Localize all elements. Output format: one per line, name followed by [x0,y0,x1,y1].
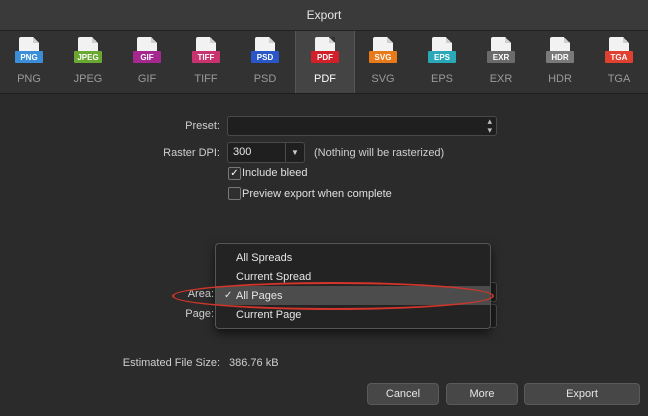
preset-select[interactable]: ▴ ▾ [227,116,497,136]
format-tab-label: GIF [137,73,157,85]
more-button[interactable]: More [446,383,518,405]
window-title: Export [306,8,342,22]
preset-label: Preset: [185,120,220,132]
format-tab-2[interactable]: GIF GIF [118,31,176,93]
format-tab-label: PDF [314,73,336,85]
annotation-circle [172,282,494,310]
format-badge: EPS [428,51,456,63]
format-tab-label: JPEG [73,73,103,85]
format-tab-3[interactable]: TIFF TIFF [177,31,235,93]
page-label: Page: [185,308,214,320]
include-bleed-label: Include bleed [242,167,308,179]
format-tab-9[interactable]: HDR HDR [531,31,589,93]
preview-export-label: Preview export when complete [242,188,392,200]
estimated-size-label: Estimated File Size: [122,357,220,369]
format-tab-4[interactable]: PSD PSD [236,31,294,93]
format-badge: JPEG [74,51,102,63]
preview-export-checkbox[interactable] [228,187,241,200]
include-bleed-checkbox[interactable]: ✓ [228,167,241,180]
format-tab-label: SVG [371,73,395,85]
chevron-down-icon[interactable]: ▼ [285,143,304,162]
menu-item-all-spreads[interactable]: All Spreads [216,248,490,267]
format-tab-10[interactable]: TGA TGA [590,31,648,93]
format-tab-label: PNG [17,73,41,85]
format-badge: GIF [133,51,161,63]
export-button[interactable]: Export [524,383,640,405]
checkmark-icon: ✓ [230,168,239,179]
stepper-icon: ▴ ▾ [487,116,492,135]
format-badge: PDF [311,51,339,63]
format-badge: PNG [15,51,43,63]
title-bar: Export [0,0,648,31]
format-badge: TIFF [192,51,220,63]
format-tab-6[interactable]: SVG SVG [354,31,412,93]
format-tab-1[interactable]: JPEG JPEG [59,31,117,93]
format-tab-label: EXR [489,73,513,85]
format-tab-5[interactable]: PDF PDF [295,31,355,93]
format-tab-label: EPS [430,73,453,85]
raster-note: (Nothing will be rasterized) [314,147,445,159]
raster-dpi-combo[interactable]: 300 ▼ [227,142,305,163]
format-tab-7[interactable]: EPS EPS [413,31,471,93]
cancel-button[interactable]: Cancel [367,383,439,405]
format-tab-label: PSD [253,73,277,85]
format-tab-0[interactable]: PNG PNG [0,31,58,93]
format-tab-label: TGA [607,73,631,85]
format-tab-8[interactable]: EXR EXR [472,31,530,93]
format-tab-label: HDR [548,73,572,85]
format-badge: SVG [369,51,397,63]
format-badge: EXR [487,51,515,63]
raster-dpi-label: Raster DPI: [163,147,220,159]
format-tabs: PNG PNG JPEG JPEG GIF GIF TIFF TIFF PSD PSD PDF PDF… [0,31,648,94]
format-badge: PSD [251,51,279,63]
format-tab-label: TIFF [194,73,218,85]
format-badge: HDR [546,51,574,63]
estimated-size-value: 386.76 kB [229,357,279,369]
format-badge: TGA [605,51,633,63]
